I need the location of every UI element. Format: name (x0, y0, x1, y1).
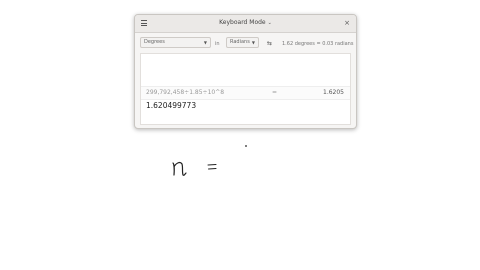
swap-units-icon[interactable]: ⇆ (267, 40, 272, 47)
history-answer[interactable]: 1.6205 (323, 89, 344, 96)
conversion-bar: Degrees ▼ in Radians ▼ ⇆ 1.62 degrees = … (135, 33, 356, 52)
chevron-down-icon: ▼ (203, 40, 207, 45)
history-expression: 299,792,458÷1.85÷10^8 (146, 89, 225, 96)
from-unit-select[interactable]: Degrees ▼ (140, 37, 211, 48)
handwriting-strokes (172, 161, 217, 176)
current-entry[interactable]: 1.620499773 (146, 101, 196, 110)
chevron-down-icon: ▼ (251, 40, 255, 45)
from-unit-label: Degrees (144, 39, 165, 45)
handwritten-text: n = (170, 155, 172, 156)
close-icon[interactable]: × (344, 18, 350, 28)
in-label: in (215, 41, 220, 47)
calculator-display[interactable]: 299,792,458÷1.85÷10^8 = 1.6205 1.6204997… (140, 53, 351, 125)
handwritten-annotation: n = (170, 155, 220, 179)
title-bar: Keyboard Mode ⌄ × (135, 15, 356, 33)
to-unit-select[interactable]: Radians ▼ (226, 37, 259, 48)
conversion-result: 1.62 degrees = 0.03 radians (282, 41, 354, 47)
chevron-down-icon: ⌄ (267, 20, 272, 26)
window-title: Keyboard Mode (219, 19, 266, 26)
history-row[interactable]: 299,792,458÷1.85÷10^8 = 1.6205 (141, 86, 350, 100)
ink-dot (245, 145, 247, 147)
to-unit-label: Radians (230, 39, 250, 45)
history-equals-sign: = (272, 89, 278, 96)
calculator-window: Keyboard Mode ⌄ × Degrees ▼ in Radians ▼ … (134, 14, 357, 129)
window-title-button[interactable]: Keyboard Mode ⌄ (135, 19, 356, 26)
display-empty-area (141, 54, 350, 86)
